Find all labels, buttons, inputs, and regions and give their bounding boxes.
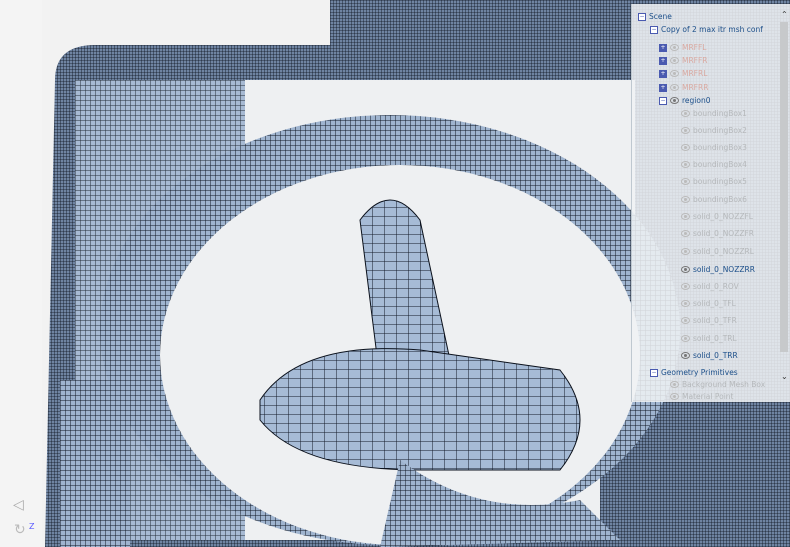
tree-item-label: boundingBox1 <box>693 109 747 118</box>
visibility-eye-icon[interactable] <box>670 84 679 91</box>
tree-item-label: solid_0_NOZZRL <box>693 247 754 256</box>
tree-item-label: solid_0_ROV <box>693 282 739 291</box>
tree-item[interactable]: boundingBox5 <box>681 177 747 186</box>
tree-item-label: region0 <box>682 96 711 105</box>
visibility-eye-icon[interactable] <box>670 44 679 51</box>
visibility-eye-icon[interactable] <box>670 393 679 400</box>
tree-item-label: Copy of 2 max itr msh conf <box>661 25 763 34</box>
tree-item[interactable]: Material Point <box>670 392 733 401</box>
tree-item-label: Material Point <box>682 392 734 401</box>
tree-item-label: MRFFR <box>682 56 708 65</box>
tree-item-label: solid_0_TRR <box>693 351 738 360</box>
scrollbar[interactable] <box>780 22 788 352</box>
scroll-down-icon[interactable]: ⌄ <box>781 372 788 381</box>
tree-item[interactable]: solid_0_NOZZFL <box>681 212 753 221</box>
tree-item[interactable]: boundingBox2 <box>681 126 747 135</box>
tree-item-label: boundingBox3 <box>693 143 747 152</box>
tree-item-label: solid_0_NOZZRR <box>693 265 755 274</box>
tree-item-label: solid_0_NOZZFL <box>693 212 753 221</box>
expand-icon[interactable]: + <box>659 43 667 52</box>
tree-item[interactable]: solid_0_TRR <box>681 351 738 360</box>
tree-item[interactable]: boundingBox1 <box>681 109 747 118</box>
visibility-eye-icon[interactable] <box>681 283 690 290</box>
axis-triad-z-label: Z <box>29 522 35 531</box>
tree-item[interactable]: + MRFFR <box>659 56 708 65</box>
tree-item[interactable]: solid_0_TRL <box>681 334 737 343</box>
visibility-eye-icon[interactable] <box>681 196 690 203</box>
tree-item[interactable]: solid_0_NOZZRR <box>681 265 755 274</box>
expand-icon[interactable]: + <box>659 83 667 92</box>
tree-item[interactable]: − Geometry Primitives <box>650 368 738 377</box>
visibility-eye-icon[interactable] <box>681 317 690 324</box>
tree-item[interactable]: boundingBox6 <box>681 195 747 204</box>
collapse-icon[interactable]: − <box>659 96 667 105</box>
scene-tree-panel[interactable]: − Scene − Copy of 2 max itr msh conf + MRFF… <box>631 4 790 402</box>
tree-item[interactable]: solid_0_NOZZFR <box>681 229 754 238</box>
tree-item-label: solid_0_TFL <box>693 299 736 308</box>
visibility-eye-icon[interactable] <box>681 213 690 220</box>
tree-item[interactable]: − Copy of 2 max itr msh conf <box>650 25 763 34</box>
tree-item[interactable]: solid_0_TFL <box>681 299 736 308</box>
visibility-eye-icon[interactable] <box>670 70 679 77</box>
chevron-left-icon[interactable]: ◁ <box>13 497 24 513</box>
visibility-eye-icon[interactable] <box>681 144 690 151</box>
visibility-eye-icon[interactable] <box>681 230 690 237</box>
tree-item-label: boundingBox6 <box>693 195 747 204</box>
visibility-eye-icon[interactable] <box>681 266 690 273</box>
visibility-eye-icon[interactable] <box>681 352 690 359</box>
visibility-eye-icon[interactable] <box>681 127 690 134</box>
collapse-icon[interactable]: − <box>638 12 646 21</box>
visibility-eye-icon[interactable] <box>681 178 690 185</box>
tree-item[interactable]: solid_0_TFR <box>681 316 737 325</box>
expand-icon[interactable]: + <box>659 56 667 65</box>
tree-item-label: Geometry Primitives <box>661 368 738 377</box>
tree-item-label: boundingBox2 <box>693 126 747 135</box>
visibility-eye-icon[interactable] <box>681 248 690 255</box>
visibility-eye-icon[interactable] <box>681 335 690 342</box>
visibility-eye-icon[interactable] <box>681 300 690 307</box>
tree-item[interactable]: Background Mesh Box <box>670 380 765 389</box>
tree-item[interactable]: − region0 <box>659 96 711 105</box>
expand-icon[interactable]: + <box>659 69 667 78</box>
tree-item-scene[interactable]: − Scene <box>638 12 672 21</box>
tree-item[interactable]: solid_0_ROV <box>681 282 739 291</box>
tree-item-label: boundingBox5 <box>693 177 747 186</box>
visibility-eye-icon[interactable] <box>681 110 690 117</box>
tree-item-label: boundingBox4 <box>693 160 747 169</box>
visibility-eye-icon[interactable] <box>670 57 679 64</box>
tree-item-label: MRFFL <box>682 43 707 52</box>
rotate-icon[interactable]: ↻ <box>14 522 26 538</box>
tree-item[interactable]: + MRFRL <box>659 69 707 78</box>
collapse-icon[interactable]: − <box>650 25 658 34</box>
visibility-eye-icon[interactable] <box>670 381 679 388</box>
tree-item-label: solid_0_NOZZFR <box>693 229 755 238</box>
visibility-eye-icon[interactable] <box>681 161 690 168</box>
tree-item-label: MRFRR <box>682 83 709 92</box>
tree-item[interactable]: boundingBox3 <box>681 143 747 152</box>
tree-item-label: MRFRL <box>682 69 708 78</box>
tree-item[interactable]: boundingBox4 <box>681 160 747 169</box>
visibility-eye-icon[interactable] <box>670 97 679 104</box>
tree-item[interactable]: + MRFFL <box>659 43 707 52</box>
tree-item[interactable]: + MRFRR <box>659 83 708 92</box>
tree-item-label: solid_0_TFR <box>693 316 737 325</box>
tree-item[interactable]: solid_0_NOZZRL <box>681 247 754 256</box>
tree-item-label: solid_0_TRL <box>693 334 737 343</box>
collapse-icon[interactable]: − <box>650 368 658 377</box>
viewport-left-strip <box>0 0 42 547</box>
scroll-up-icon[interactable]: ⌃ <box>781 10 788 19</box>
nozzle-mesh <box>259 348 581 471</box>
tree-item-label: Scene <box>649 12 672 21</box>
tree-item-label: Background Mesh Box <box>682 380 766 389</box>
